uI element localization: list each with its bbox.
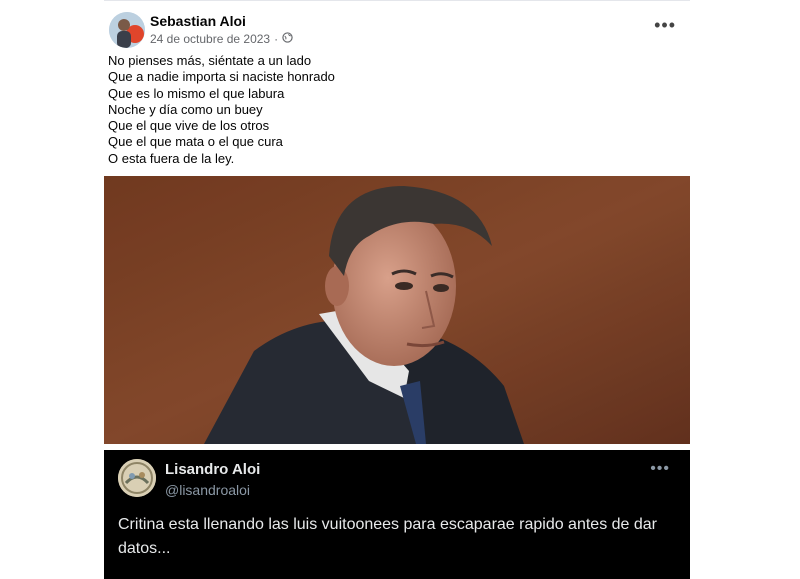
tweet-author-name[interactable]: Lisandro Aloi [165,461,260,478]
post-date[interactable]: 24 de octubre de 2023 [150,32,270,46]
author-name[interactable]: Sebastian Aloi [150,13,246,29]
post-text: No pienses más, siéntate a un lado Que a… [108,53,335,167]
more-options-icon[interactable]: ••• [654,15,676,36]
globe-icon [282,32,293,46]
embedded-tweet[interactable]: Lisandro Aloi @lisandroaloi ••• Critina … [104,450,690,579]
post-meta: 24 de octubre de 2023 · [150,32,293,46]
post-text-line: Que es lo mismo el que labura [108,85,285,101]
post-text-line: Que el que vive de los otros [108,118,270,134]
post-text-line: Noche y día como un buey [108,101,263,117]
tweet-text: Critina esta llenando las luis vuitoonee… [118,516,658,557]
tweet-author-avatar[interactable] [118,459,156,497]
post-text-line: O esta fuera de la ley. [108,150,235,166]
post-text-line: No pienses más, siéntate a un lado [108,53,312,68]
author-avatar[interactable] [109,12,145,48]
tweet-author-handle[interactable]: @lisandroaloi [165,482,250,498]
facebook-post: Sebastian Aloi 24 de octubre de 2023 · •… [104,0,690,177]
meta-separator: · [274,32,279,46]
post-text-line: Que el que mata o el que cura [108,134,283,150]
post-text-line: Que a nadie importa si naciste honrado [108,69,335,85]
post-photo[interactable] [104,176,690,444]
tweet-more-options-icon[interactable]: ••• [650,460,670,478]
